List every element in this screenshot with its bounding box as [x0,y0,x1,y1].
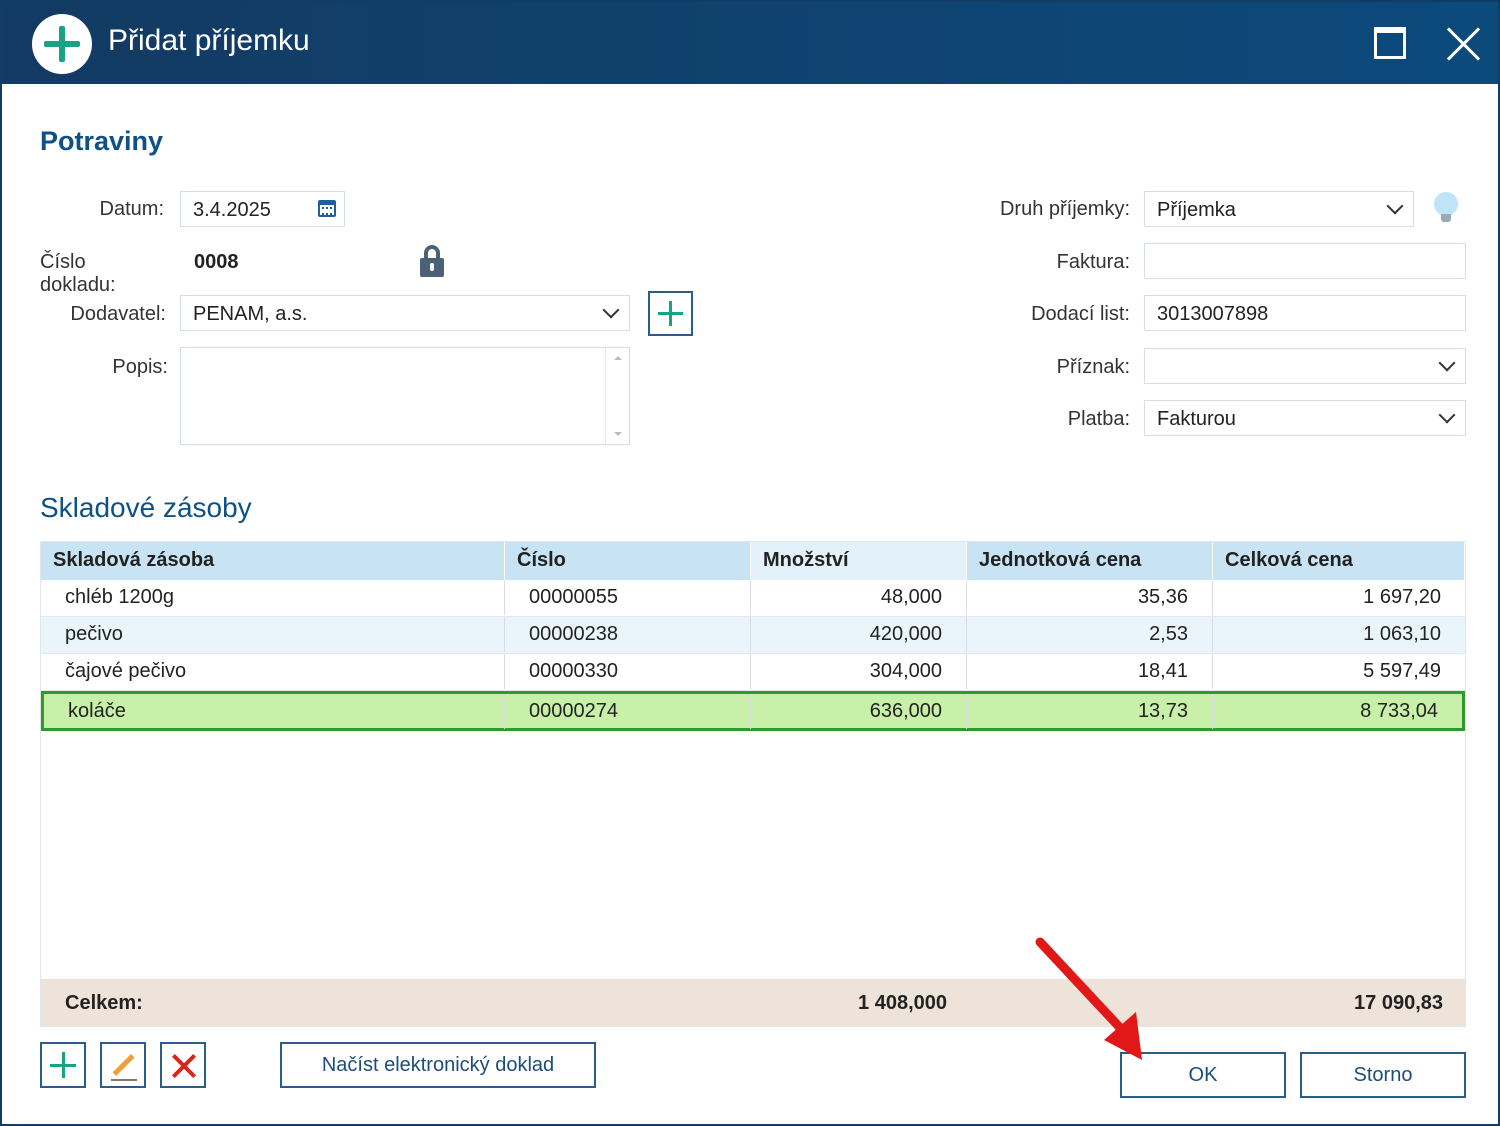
payment-value: Fakturou [1157,408,1236,430]
stock-section-title: Skladové zásoby [40,492,252,523]
column-header[interactable]: Skladová zásoba [41,542,505,580]
load-electronic-document-button[interactable]: Načíst elektronický doklad [280,1042,596,1088]
section-title: Potraviny [40,126,164,156]
edit-row-button[interactable] [100,1042,146,1088]
receipt-type-select[interactable]: Příjemka [1144,191,1414,227]
cell-qty: 304,000 [751,654,967,689]
date-label: Datum: [99,198,164,220]
dialog-window: Přidat příjemku Potraviny Datum: 3.4.202… [0,0,1500,1126]
column-header[interactable]: Číslo [505,542,751,580]
cell-number: 00000238 [505,617,751,652]
lock-icon[interactable] [420,245,444,277]
maximize-icon[interactable] [1374,27,1406,59]
cell-qty: 420,000 [751,617,967,652]
calendar-icon[interactable] [318,200,336,217]
chevron-down-icon [1386,197,1404,215]
cell-total: 1 063,10 [1363,623,1441,645]
cell-name: koláče [44,694,505,729]
cell-name: čajové pečivo [41,654,505,689]
lightbulb-icon[interactable] [1434,192,1458,226]
cell-number: 00000330 [505,654,751,689]
pencil-icon [102,1044,144,1086]
delete-x-icon [162,1044,204,1086]
description-textarea[interactable] [180,347,630,445]
plus-icon [650,293,691,334]
payment-select[interactable]: Fakturou [1144,400,1466,436]
description-label: Popis: [112,356,168,378]
plus-icon [42,1044,84,1086]
receipt-type-label: Druh příjemky: [999,198,1130,220]
table-row[interactable]: chléb 1200g 00000055 48,000 35,36 1 697,… [41,580,1465,617]
title-bar[interactable]: Přidat příjemku [2,2,1498,84]
textarea-scrollbar[interactable] [605,348,629,444]
doc-number-label: Číslo dokladu: [40,251,116,296]
table-row[interactable]: pečivo 00000238 420,000 2,53 1 063,10 [41,617,1465,654]
chevron-down-icon [1438,354,1456,372]
scroll-up-icon[interactable] [614,356,622,360]
footer-price-total: 17 090,83 [1354,992,1443,1014]
column-header[interactable]: Celková cena [1213,542,1465,580]
delivery-note-field[interactable]: 3013007898 [1144,295,1466,331]
cell-total: 5 597,49 [1363,660,1441,682]
supplier-label: Dodavatel: [70,303,166,325]
flag-label: Příznak: [1056,356,1130,378]
supplier-select[interactable]: PENAM, a.s. [180,295,630,331]
cell-total: 1 697,20 [1363,586,1441,608]
ok-button[interactable]: OK [1120,1052,1286,1098]
date-field[interactable]: 3.4.2025 [180,191,345,227]
invoice-label: Faktura: [1056,251,1130,273]
cell-qty: 48,000 [751,580,967,615]
footer-qty-total: 1 408,000 [858,992,947,1014]
payment-label: Platba: [1067,408,1130,430]
delivery-note-value: 3013007898 [1157,303,1269,325]
receipt-type-value: Příjemka [1157,199,1236,221]
cell-number: 00000055 [505,580,751,615]
footer-label: Celkem: [65,992,143,1014]
cell-number: 00000274 [505,694,751,729]
supplier-value: PENAM, a.s. [193,303,308,325]
stock-table[interactable]: Skladová zásoba Číslo Množství Jednotkov… [40,541,1466,1027]
cell-qty: 636,000 [751,694,967,729]
table-row-selected[interactable]: koláče 00000274 636,000 13,73 8 733,04 [41,691,1465,731]
doc-number-value: 0008 [194,251,239,273]
chevron-down-icon [602,301,620,319]
table-header: Skladová zásoba Číslo Množství Jednotkov… [41,542,1465,580]
cell-name: pečivo [41,617,505,652]
close-icon[interactable] [1442,22,1486,66]
cell-unit-price: 18,41 [967,654,1213,689]
add-circle-icon [32,14,92,74]
column-header[interactable]: Jednotková cena [967,542,1213,580]
invoice-field[interactable] [1144,243,1466,279]
date-value: 3.4.2025 [193,199,271,221]
cell-name: chléb 1200g [41,580,505,615]
table-footer: Celkem: 1 408,000 17 090,83 [41,979,1465,1026]
cancel-button[interactable]: Storno [1300,1052,1466,1098]
add-supplier-button[interactable] [648,291,693,336]
add-row-button[interactable] [40,1042,86,1088]
flag-select[interactable] [1144,348,1466,384]
chevron-down-icon [1438,406,1456,424]
cell-unit-price: 13,73 [967,694,1213,729]
window-title: Přidat příjemku [108,24,310,57]
delivery-note-label: Dodací list: [1031,303,1130,325]
cell-total: 8 733,04 [1360,700,1438,722]
delete-row-button[interactable] [160,1042,206,1088]
cell-unit-price: 35,36 [967,580,1213,615]
cell-unit-price: 2,53 [967,617,1213,652]
scroll-down-icon[interactable] [614,432,622,436]
column-header[interactable]: Množství [751,542,967,580]
table-row[interactable]: čajové pečivo 00000330 304,000 18,41 5 5… [41,654,1465,691]
